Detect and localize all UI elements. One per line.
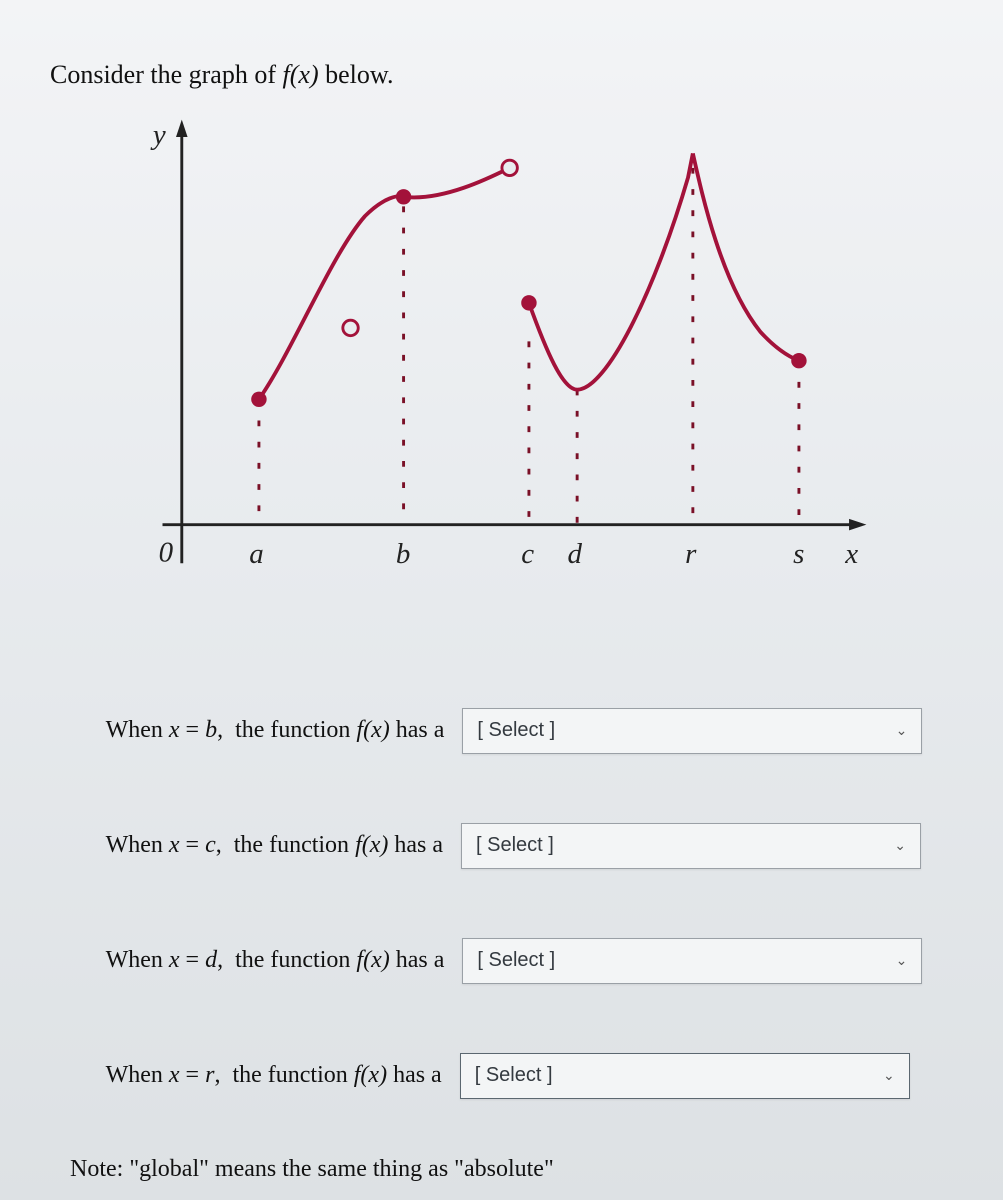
prompt-fn: f(x) (283, 60, 319, 89)
tick-d: d (568, 538, 583, 570)
question-row-b: When x = b, the function f(x) has a [ Se… (70, 690, 973, 771)
tick-labels: a b c d r s (249, 538, 804, 570)
curve-segment-1 (259, 168, 510, 399)
graph-svg: y 0 x a b c d r s (110, 110, 890, 650)
y-axis-label: y (150, 119, 166, 151)
graph: y 0 x a b c d r s (110, 110, 890, 650)
prompt-pre: Consider the graph of (50, 60, 283, 89)
select-c-value: [ Select ] (476, 834, 554, 857)
tick-s: s (793, 538, 804, 570)
select-r[interactable]: [ Select ] ⌄ (460, 1053, 910, 1099)
select-b[interactable]: [ Select ] ⌄ (462, 708, 922, 754)
curve-segment-2b (693, 153, 799, 360)
chevron-down-icon: ⌄ (896, 722, 908, 739)
tick-c: c (521, 538, 534, 570)
note-text: Note: "global" means the same thing as "… (70, 1156, 973, 1183)
select-b-value: [ Select ] (477, 719, 555, 742)
question-card: Consider the graph of f(x) below. y 0 x (0, 0, 1003, 1200)
chevron-down-icon: ⌄ (896, 952, 908, 969)
select-d-value: [ Select ] (477, 949, 555, 972)
origin-label: 0 (159, 536, 174, 568)
chevron-down-icon: ⌄ (894, 837, 906, 854)
x-axis-label: x (844, 538, 858, 570)
question-text-b: When x = b, the function f(x) has a (70, 690, 444, 771)
select-c[interactable]: [ Select ] ⌄ (461, 823, 921, 869)
tick-lines (259, 168, 799, 525)
tick-r: r (685, 538, 697, 570)
question-text-c: When x = c, the function f(x) has a (70, 805, 443, 886)
tick-a: a (249, 538, 263, 570)
question-text-d: When x = d, the function f(x) has a (70, 920, 444, 1001)
tick-b: b (396, 538, 410, 570)
question-row-c: When x = c, the function f(x) has a [ Se… (70, 805, 973, 886)
question-text-r: When x = r, the function f(x) has a (70, 1035, 442, 1116)
axes: y 0 x (150, 119, 867, 570)
curve-points (251, 160, 806, 407)
prompt-text: Consider the graph of f(x) below. (50, 60, 973, 90)
question-row-r: When x = r, the function f(x) has a [ Se… (70, 1035, 973, 1116)
select-d[interactable]: [ Select ] ⌄ (462, 938, 922, 984)
prompt-post: below. (319, 60, 394, 89)
curve-segment-2a (529, 153, 693, 389)
chevron-down-icon: ⌄ (883, 1067, 895, 1084)
select-r-value: [ Select ] (475, 1064, 553, 1087)
question-row-d: When x = d, the function f(x) has a [ Se… (70, 920, 973, 1001)
